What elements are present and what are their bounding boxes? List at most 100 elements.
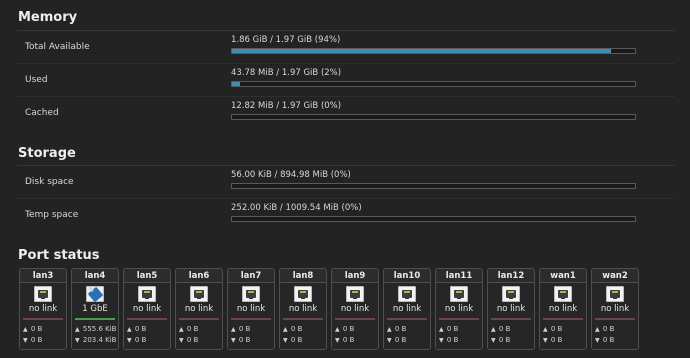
port-tx: ▲ 555.6 KiB xyxy=(75,325,116,333)
port-link-status: 1 GbE xyxy=(82,304,108,314)
down-arrow-icon: ▼ xyxy=(23,337,28,344)
down-arrow-icon: ▼ xyxy=(387,337,392,344)
progress-bar-fill xyxy=(232,82,241,86)
down-arrow-icon: ▼ xyxy=(283,337,288,344)
ethernet-port-icon xyxy=(398,286,416,302)
port-rx-value: 0 B xyxy=(394,336,407,344)
link-indicator xyxy=(387,318,427,320)
port-link-status: no link xyxy=(340,304,370,314)
port-rx: ▼ 0 B xyxy=(283,336,302,344)
memory-row-total-available: Total Available 1.86 GiB / 1.97 GiB (94%… xyxy=(17,30,675,63)
port-name: lan3 xyxy=(20,269,66,283)
up-arrow-icon: ▲ xyxy=(179,326,184,333)
port-rx-value: 0 B xyxy=(290,336,303,344)
port-card-lan9: lan9 no link ▲ 0 B ▼ 0 B xyxy=(331,268,379,350)
port-name: lan7 xyxy=(228,269,274,283)
port-link-status: no link xyxy=(600,304,630,314)
port-tx: ▲ 0 B xyxy=(387,325,406,333)
port-tx: ▲ 0 B xyxy=(283,325,302,333)
port-tx-value: 0 B xyxy=(446,325,459,333)
port-name: lan9 xyxy=(332,269,378,283)
port-link-status: no link xyxy=(236,304,266,314)
down-arrow-icon: ▼ xyxy=(179,337,184,344)
port-name: lan4 xyxy=(72,269,118,283)
progress-bar xyxy=(231,114,636,120)
port-card-wan1: wan1 no link ▲ 0 B ▼ 0 B xyxy=(539,268,587,350)
port-name: lan5 xyxy=(124,269,170,283)
port-card-lan4: lan4 1 GbE ▲ 555.6 KiB ▼ 203.4 KiB xyxy=(71,268,119,350)
progress-bar xyxy=(231,216,636,222)
port-name: wan1 xyxy=(540,269,586,283)
port-card-lan12: lan12 no link ▲ 0 B ▼ 0 B xyxy=(487,268,535,350)
ethernet-port-icon xyxy=(138,286,156,302)
port-tx-value: 0 B xyxy=(134,325,147,333)
up-arrow-icon: ▲ xyxy=(127,326,132,333)
link-indicator xyxy=(179,318,219,320)
up-arrow-icon: ▲ xyxy=(491,326,496,333)
link-indicator xyxy=(75,318,115,320)
port-link-status: no link xyxy=(496,304,526,314)
port-status-grid: lan3 no link ▲ 0 B ▼ 0 B lan4 1 GbE ▲ 55… xyxy=(19,268,671,350)
port-card-lan10: lan10 no link ▲ 0 B ▼ 0 B xyxy=(383,268,431,350)
port-rx-value: 0 B xyxy=(238,336,251,344)
port-status-section-title: Port status xyxy=(18,248,100,263)
port-link-status: no link xyxy=(548,304,578,314)
row-label: Disk space xyxy=(25,177,74,187)
port-tx-value: 0 B xyxy=(186,325,199,333)
progress-bar xyxy=(231,183,636,189)
port-link-status: no link xyxy=(184,304,214,314)
up-arrow-icon: ▲ xyxy=(335,326,340,333)
ethernet-port-icon xyxy=(554,286,572,302)
link-indicator xyxy=(439,318,479,320)
up-arrow-icon: ▲ xyxy=(439,326,444,333)
port-rx: ▼ 0 B xyxy=(231,336,250,344)
memory-section-title: Memory xyxy=(18,10,78,25)
port-card-lan8: lan8 no link ▲ 0 B ▼ 0 B xyxy=(279,268,327,350)
port-name: lan11 xyxy=(436,269,482,283)
port-rx: ▼ 0 B xyxy=(335,336,354,344)
up-arrow-icon: ▲ xyxy=(23,326,28,333)
port-tx: ▲ 0 B xyxy=(23,325,42,333)
port-card-lan11: lan11 no link ▲ 0 B ▼ 0 B xyxy=(435,268,483,350)
link-indicator xyxy=(231,318,271,320)
port-tx-value: 0 B xyxy=(342,325,355,333)
port-tx: ▲ 0 B xyxy=(543,325,562,333)
port-rx-value: 0 B xyxy=(186,336,199,344)
port-link-status: no link xyxy=(392,304,422,314)
port-rx-value: 0 B xyxy=(342,336,355,344)
row-label: Cached xyxy=(25,108,59,118)
port-name: lan8 xyxy=(280,269,326,283)
port-rx: ▼ 0 B xyxy=(23,336,42,344)
port-name: wan2 xyxy=(592,269,638,283)
port-rx: ▼ 0 B xyxy=(387,336,406,344)
up-arrow-icon: ▲ xyxy=(283,326,288,333)
link-indicator xyxy=(595,318,635,320)
memory-row-cached: Cached 12.82 MiB / 1.97 GiB (0%) xyxy=(17,96,675,129)
port-tx-value: 0 B xyxy=(290,325,303,333)
link-indicator xyxy=(23,318,63,320)
link-indicator xyxy=(127,318,167,320)
ethernet-port-icon xyxy=(190,286,208,302)
link-indicator xyxy=(335,318,375,320)
memory-row-used: Used 43.78 MiB / 1.97 GiB (2%) xyxy=(17,63,675,96)
ethernet-port-icon xyxy=(606,286,624,302)
up-arrow-icon: ▲ xyxy=(543,326,548,333)
row-value: 12.82 MiB / 1.97 GiB (0%) xyxy=(231,101,342,111)
port-rx-value: 0 B xyxy=(602,336,615,344)
storage-row-disk-space: Disk space 56.00 KiB / 894.98 MiB (0%) xyxy=(17,165,675,198)
port-tx: ▲ 0 B xyxy=(595,325,614,333)
progress-bar xyxy=(231,81,636,87)
port-name: lan6 xyxy=(176,269,222,283)
port-card-lan7: lan7 no link ▲ 0 B ▼ 0 B xyxy=(227,268,275,350)
down-arrow-icon: ▼ xyxy=(543,337,548,344)
port-rx: ▼ 0 B xyxy=(491,336,510,344)
port-rx-value: 0 B xyxy=(134,336,147,344)
row-label: Temp space xyxy=(25,210,79,220)
port-rx: ▼ 0 B xyxy=(595,336,614,344)
port-link-status: no link xyxy=(132,304,162,314)
down-arrow-icon: ▼ xyxy=(595,337,600,344)
port-rx: ▼ 203.4 KiB xyxy=(75,336,116,344)
port-rx: ▼ 0 B xyxy=(439,336,458,344)
port-link-status: no link xyxy=(288,304,318,314)
ethernet-port-icon xyxy=(242,286,260,302)
